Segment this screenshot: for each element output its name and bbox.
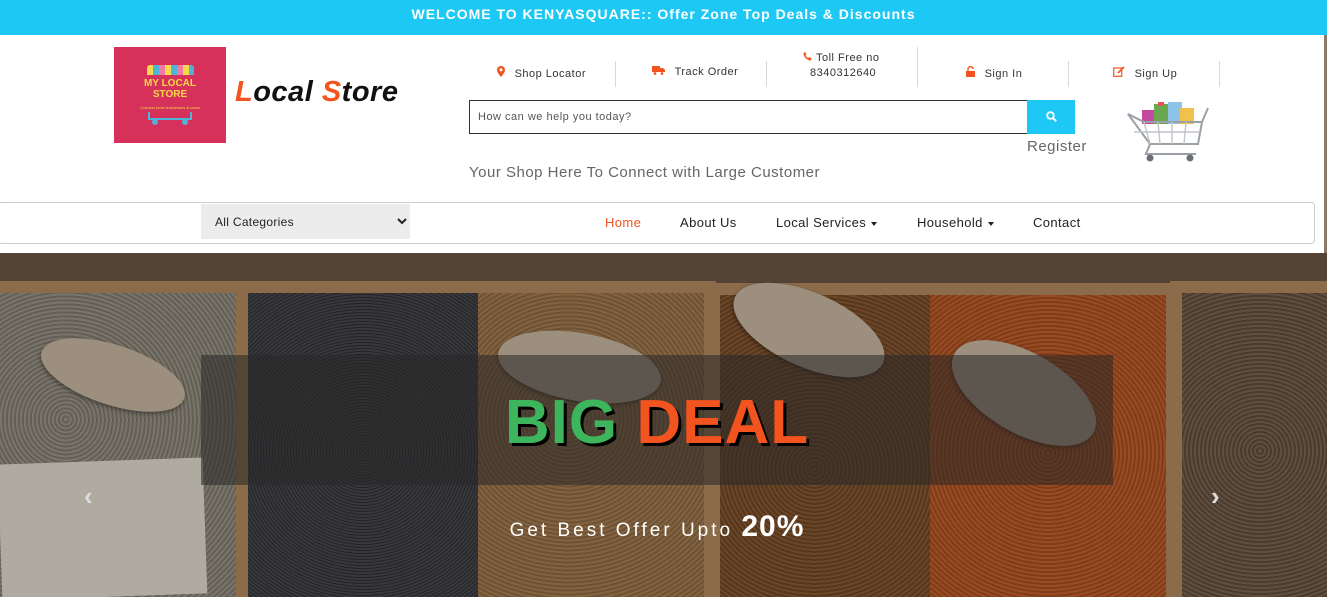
category-select[interactable]: All Categories (201, 204, 410, 239)
logo-tagline: Connect local businesses & users (139, 105, 201, 110)
brand-initial-l: L (235, 76, 254, 108)
nav-local-services[interactable]: Local Services (776, 215, 878, 230)
nav-about[interactable]: About Us (680, 215, 737, 230)
logo-wheel-icon (152, 119, 158, 125)
main-navbar (0, 202, 1315, 244)
caret-down-icon (987, 221, 994, 226)
carousel-prev-icon[interactable]: ‹ (84, 481, 93, 512)
sign-in-link[interactable]: Sign In (966, 65, 1023, 80)
logo-wheel-icon (182, 119, 188, 125)
nav-household-label: Household (917, 215, 983, 230)
toll-free-info[interactable]: Toll Free no 8340312640 (803, 52, 903, 79)
search-button[interactable] (1027, 100, 1075, 134)
sign-up-label: Sign Up (1134, 68, 1178, 80)
track-order-link[interactable]: Track Order (652, 66, 738, 78)
hero-title-word-1: BIG (504, 388, 619, 457)
shop-locator-link[interactable]: Shop Locator (497, 66, 586, 80)
hero-subtitle: Get Best Offer Upto 20% (201, 510, 1113, 544)
store-logo[interactable]: MY LOCAL STORE Connect local businesses … (114, 47, 226, 143)
nav-contact[interactable]: Contact (1033, 215, 1081, 230)
brand-initial-s: S (321, 76, 342, 108)
phone-icon (803, 52, 812, 64)
divider (615, 61, 616, 87)
logo-line-1: MY LOCAL (143, 78, 197, 89)
register-link[interactable]: Register (1027, 138, 1087, 155)
brand-word-1: ocal (253, 76, 322, 108)
carousel-next-icon[interactable]: › (1211, 481, 1220, 512)
truck-icon (652, 66, 669, 78)
divider (1219, 61, 1220, 87)
search-input[interactable] (469, 100, 1028, 134)
nav-household[interactable]: Household (917, 215, 994, 230)
brand-word-2: tore (341, 76, 399, 108)
site-tagline: Your Shop Here To Connect with Large Cus… (469, 164, 821, 181)
hero-title-word-2: DEAL (636, 388, 810, 457)
shop-locator-label: Shop Locator (514, 68, 586, 80)
logo-text: MY LOCAL STORE (114, 78, 226, 100)
caret-down-icon (871, 221, 878, 226)
track-order-label: Track Order (674, 66, 739, 78)
shopping-cart-icon[interactable] (1124, 100, 1210, 166)
hero-title: BIG DEAL (201, 387, 1113, 458)
awning-icon (147, 65, 194, 75)
announcement-bar: WELCOME TO KENYASQUARE:: Offer Zone Top … (0, 0, 1327, 35)
nav-home[interactable]: Home (605, 215, 641, 230)
hero-percent: 20% (741, 510, 805, 543)
toll-free-label: Toll Free no (816, 52, 880, 64)
hero-subtitle-text: Get Best Offer Upto (509, 520, 742, 541)
divider (766, 61, 767, 87)
search-icon (1045, 110, 1057, 125)
nav-local-services-label: Local Services (776, 215, 867, 230)
sign-in-label: Sign In (984, 68, 1023, 80)
logo-line-2: STORE (152, 89, 188, 100)
brand-name[interactable]: Local Store (235, 76, 398, 109)
hero-carousel: BIG DEAL Get Best Offer Upto 20% ‹ › (0, 253, 1327, 597)
sign-up-link[interactable]: Sign Up (1113, 66, 1177, 80)
divider (917, 47, 918, 87)
toll-free-number: 8340312640 (810, 67, 877, 79)
page: WELCOME TO KENYASQUARE:: Offer Zone Top … (0, 0, 1327, 597)
map-marker-icon (497, 66, 509, 80)
edit-icon (1113, 66, 1129, 80)
divider (1068, 61, 1069, 87)
lock-icon (966, 65, 979, 80)
